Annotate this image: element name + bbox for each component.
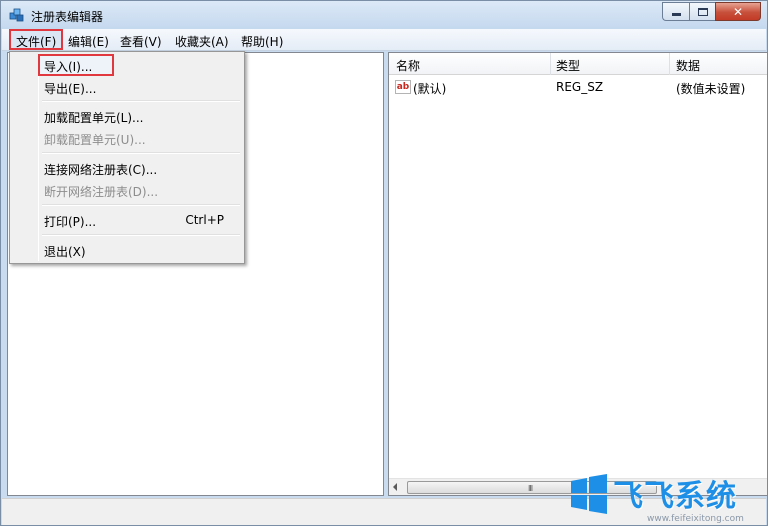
window-controls: ✕: [662, 2, 761, 21]
string-value-icon: ab: [395, 80, 411, 94]
table-row[interactable]: ab (默认) REG_SZ (数值未设置): [389, 77, 767, 97]
value-data: (数值未设置): [676, 82, 746, 96]
menu-help[interactable]: 帮助(H): [236, 31, 288, 49]
registry-editor-window: 注册表编辑器 ✕ 文件(F) 编辑(E) 查看(V) 收藏夹(A) 帮助(H) …: [0, 0, 768, 526]
menu-separator: [42, 152, 240, 154]
menu-item-label: 断开网络注册表(D)...: [44, 185, 159, 199]
menu-item-disconnect-network-registry: 断开网络注册表(D)...: [12, 179, 242, 201]
menu-bar: 文件(F) 编辑(E) 查看(V) 收藏夹(A) 帮助(H): [2, 29, 766, 51]
maximize-button[interactable]: [689, 2, 715, 21]
menu-item-label: 导入(I)...: [44, 60, 93, 74]
maximize-icon: [697, 7, 708, 16]
registry-editor-icon: [9, 8, 24, 22]
site-watermark: 飞飞系统 www.feifeixitong.com: [569, 467, 765, 525]
values-list-pane[interactable]: 名称 类型 数据 ab (默认) REG_SZ (数值未设置) III: [388, 52, 768, 496]
menu-item-label: 卸载配置单元(U)...: [44, 133, 146, 147]
menu-file[interactable]: 文件(F): [9, 29, 64, 50]
watermark-title: 飞飞系统: [613, 479, 737, 514]
value-type: REG_SZ: [556, 80, 604, 94]
menu-item-label: 连接网络注册表(C)...: [44, 163, 158, 177]
menu-item-label: 加载配置单元(L)...: [44, 111, 144, 125]
menu-item-label: 打印(P)...: [44, 215, 97, 229]
close-icon: ✕: [732, 4, 744, 19]
menu-item-export[interactable]: 导出(E)...: [12, 76, 242, 98]
column-headers: 名称 类型 数据: [389, 53, 767, 75]
menu-separator: [42, 234, 240, 236]
menu-item-print[interactable]: 打印(P)... Ctrl+P: [12, 209, 242, 231]
menu-item-import[interactable]: 导入(I)...: [38, 54, 114, 76]
value-name: (默认): [413, 82, 447, 96]
menu-item-load-hive[interactable]: 加载配置单元(L)...: [12, 105, 242, 127]
menu-item-shortcut: Ctrl+P: [185, 213, 224, 227]
menu-item-unload-hive: 卸载配置单元(U)...: [12, 127, 242, 149]
menu-item-label: 导出(E)...: [44, 82, 97, 96]
title-bar[interactable]: 注册表编辑器 ✕: [1, 1, 767, 29]
menu-item-connect-network-registry[interactable]: 连接网络注册表(C)...: [12, 157, 242, 179]
menu-item-label: 退出(X): [44, 245, 86, 259]
watermark-url: www.feifeixitong.com: [647, 514, 744, 524]
column-header-data[interactable]: 数据: [676, 57, 700, 74]
menu-view[interactable]: 查看(V): [115, 31, 167, 49]
menu-favorites[interactable]: 收藏夹(A): [170, 31, 234, 49]
column-divider[interactable]: [550, 53, 551, 75]
menu-item-exit[interactable]: 退出(X): [12, 239, 242, 261]
minimize-button[interactable]: [662, 2, 689, 21]
minimize-icon: [671, 13, 681, 16]
menu-separator: [42, 100, 240, 102]
column-divider[interactable]: [669, 53, 670, 75]
file-menu-dropdown: 导入(I)... 导出(E)... 加载配置单元(L)... 卸载配置单元(U)…: [9, 51, 245, 264]
menu-edit[interactable]: 编辑(E): [63, 31, 114, 49]
scroll-left-icon[interactable]: [393, 483, 397, 491]
scrollbar-grip: III: [528, 484, 533, 493]
column-header-name[interactable]: 名称: [396, 57, 420, 74]
close-button[interactable]: ✕: [715, 2, 761, 21]
window-title: 注册表编辑器: [31, 10, 104, 24]
windows-logo-icon: [571, 474, 607, 514]
menu-separator: [42, 204, 240, 206]
column-header-type[interactable]: 类型: [556, 57, 580, 74]
